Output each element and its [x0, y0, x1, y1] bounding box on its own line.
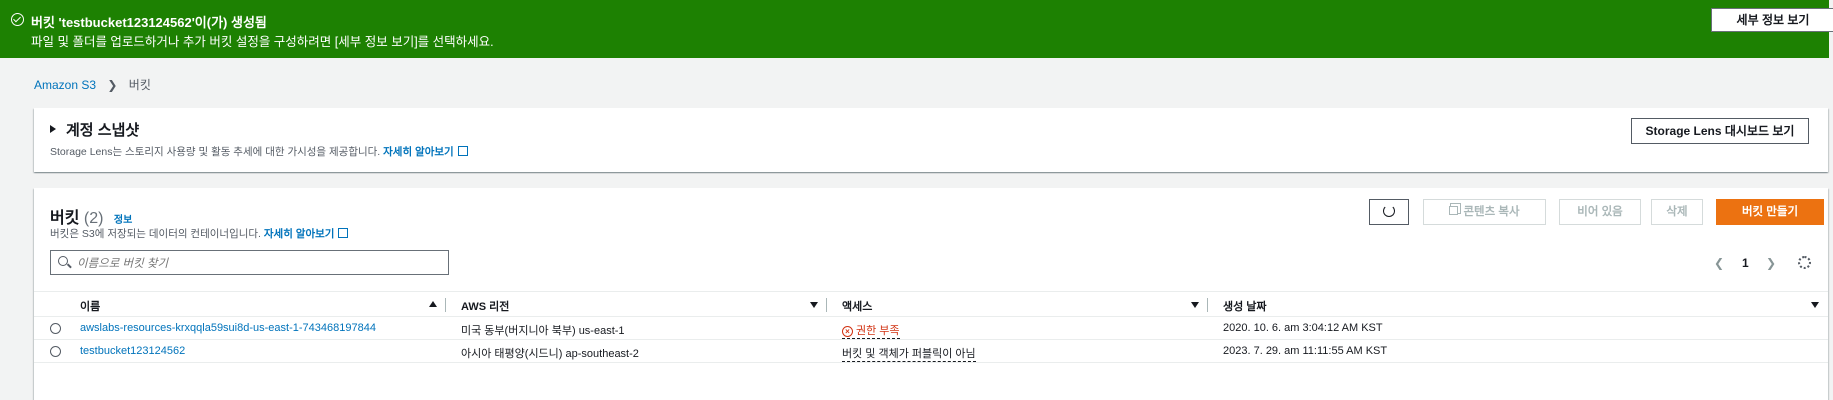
- previous-page-icon[interactable]: ❮: [1714, 256, 1724, 270]
- error-icon: ×: [842, 326, 853, 337]
- page-number[interactable]: 1: [1742, 256, 1749, 270]
- breadcrumb-amazon-s3[interactable]: Amazon S3: [34, 78, 96, 92]
- flash-message: 파일 및 폴더를 업로드하거나 추가 버킷 설정을 구성하려면 [세부 정보 보…: [31, 35, 494, 49]
- bucket-region: 미국 동부(버지니아 북부) us-east-1: [461, 325, 625, 337]
- access-status-text: 권한 부족: [856, 325, 900, 337]
- sort-ascending-icon[interactable]: [429, 301, 437, 307]
- sort-icon[interactable]: [1811, 302, 1819, 308]
- sort-icon[interactable]: [810, 302, 818, 308]
- success-flash-banner: 버킷 'testbucket123124562'이(가) 생성됨 파일 및 폴더…: [0, 0, 1833, 58]
- refresh-button[interactable]: [1369, 199, 1409, 225]
- success-check-icon: [11, 13, 24, 26]
- next-page-icon[interactable]: ❯: [1766, 256, 1776, 270]
- buckets-count: (2): [83, 210, 104, 227]
- access-status: 버킷 및 객체가 퍼블릭이 아님: [842, 345, 976, 362]
- info-link[interactable]: 정보: [114, 215, 132, 226]
- table-header: 이름 AWS 리전 액세스 생성 날짜: [34, 291, 1828, 317]
- external-link-icon: [457, 146, 468, 156]
- row-select-radio[interactable]: [50, 323, 61, 334]
- breadcrumb: Amazon S3 ❯ 버킷: [34, 76, 151, 93]
- lens-learn-more-link[interactable]: 자세히 알아보기: [383, 146, 454, 158]
- buckets-description-text: 버킷은 S3에 저장되는 데이터의 컨테이너입니다.: [50, 228, 261, 240]
- empty-bucket-button[interactable]: 비어 있음: [1559, 199, 1641, 225]
- bucket-name-link[interactable]: testbucket123124562: [80, 345, 185, 357]
- table-row: awslabs-resources-krxqqla59sui8d-us-east…: [34, 317, 1828, 340]
- column-resizer[interactable]: [826, 298, 827, 312]
- bucket-created-date: 2020. 10. 6. am 3:04:12 AM KST: [1223, 322, 1383, 334]
- expand-caret-icon[interactable]: [50, 125, 56, 133]
- bucket-name-link[interactable]: awslabs-resources-krxqqla59sui8d-us-east…: [80, 322, 376, 334]
- column-created[interactable]: 생성 날짜: [1223, 298, 1267, 314]
- buckets-heading: 버킷 (2) 정보: [50, 204, 132, 228]
- row-select-radio[interactable]: [50, 346, 61, 357]
- buckets-description: 버킷은 S3에 저장되는 데이터의 컨테이너입니다. 자세히 알아보기: [50, 226, 349, 241]
- copy-content-button[interactable]: 콘텐츠 복사: [1423, 199, 1546, 225]
- column-resizer[interactable]: [1207, 298, 1208, 312]
- column-region[interactable]: AWS 리전: [461, 298, 509, 314]
- bucket-search-input[interactable]: [75, 253, 439, 274]
- chevron-right-icon: ❯: [107, 78, 118, 92]
- column-name[interactable]: 이름: [80, 298, 100, 314]
- copy-icon: [1449, 206, 1459, 215]
- account-snapshot-heading[interactable]: 계정 스냅샷: [66, 119, 139, 140]
- gear-icon[interactable]: [1798, 256, 1811, 269]
- bucket-region: 아시아 태평양(시드니) ap-southeast-2: [461, 348, 639, 360]
- copy-content-label: 콘텐츠 복사: [1463, 206, 1520, 218]
- account-snapshot-panel: 계정 스냅샷 Storage Lens는 스토리지 사용량 및 활동 추세에 대…: [34, 108, 1828, 172]
- buckets-learn-more-link[interactable]: 자세히 알아보기: [264, 228, 335, 240]
- buckets-panel: 버킷 (2) 정보 버킷은 S3에 저장되는 데이터의 컨테이너입니다. 자세히…: [34, 188, 1828, 400]
- bucket-search-box[interactable]: [50, 250, 449, 275]
- delete-bucket-button[interactable]: 삭제: [1651, 199, 1703, 225]
- create-bucket-button[interactable]: 버킷 만들기: [1716, 199, 1824, 225]
- bucket-created-date: 2023. 7. 29. am 11:11:55 AM KST: [1223, 345, 1388, 357]
- lens-description-text: Storage Lens는 스토리지 사용량 및 활동 추세에 대한 가시성을 …: [50, 146, 381, 158]
- account-snapshot-description: Storage Lens는 스토리지 사용량 및 활동 추세에 대한 가시성을 …: [50, 144, 468, 159]
- flash-title: 버킷 'testbucket123124562'이(가) 생성됨: [31, 15, 267, 30]
- refresh-icon: [1383, 205, 1395, 217]
- external-link-icon: [338, 228, 349, 238]
- buckets-title: 버킷: [50, 210, 80, 227]
- view-details-button[interactable]: 세부 정보 보기: [1711, 8, 1833, 32]
- column-resizer[interactable]: [445, 298, 446, 312]
- breadcrumb-current: 버킷: [128, 78, 151, 92]
- access-status: × 권한 부족: [842, 322, 900, 339]
- search-icon: [58, 256, 68, 266]
- column-access[interactable]: 액세스: [842, 298, 872, 314]
- sort-icon[interactable]: [1191, 302, 1199, 308]
- table-row: testbucket123124562 아시아 태평양(시드니) ap-sout…: [34, 340, 1828, 363]
- storage-lens-dashboard-button[interactable]: Storage Lens 대시보드 보기: [1631, 118, 1809, 144]
